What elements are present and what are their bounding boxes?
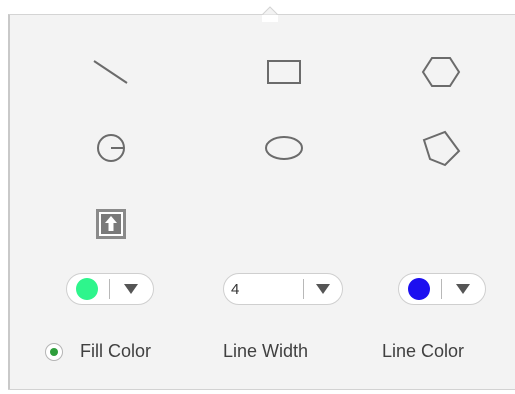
rectangle-tool-button[interactable] <box>259 49 309 95</box>
panel-bottom-border <box>8 389 515 390</box>
image-upload-tool-button[interactable] <box>86 201 136 247</box>
line-color-swatch <box>408 278 430 300</box>
line-width-picker[interactable]: 4 <box>223 273 343 305</box>
radio-selected-dot <box>50 348 58 356</box>
circle-tool-button[interactable] <box>86 125 136 171</box>
line-icon <box>93 60 128 84</box>
line-color-picker[interactable] <box>398 273 486 305</box>
ellipse-icon <box>265 136 303 160</box>
circle-icon <box>97 134 125 162</box>
line-color-label: Line Color <box>382 341 465 361</box>
ellipse-tool-button[interactable] <box>259 125 309 171</box>
hexagon-tool-button[interactable] <box>416 49 466 95</box>
fill-color-radio[interactable] <box>45 343 63 361</box>
polygon-icon <box>422 130 461 167</box>
chevron-down-icon <box>124 284 139 294</box>
fill-color-dropdown-arrow[interactable] <box>110 284 153 294</box>
image-upload-icon <box>96 209 126 239</box>
popover-pointer <box>262 6 278 22</box>
line-width-value[interactable]: 4 <box>231 281 303 298</box>
chevron-down-icon <box>456 284 471 294</box>
hexagon-icon <box>421 57 461 87</box>
fill-color-label[interactable]: Fill Color <box>80 341 151 362</box>
chevron-down-icon <box>316 284 330 294</box>
line-tool-button[interactable] <box>86 49 136 95</box>
line-color-dropdown-arrow[interactable] <box>442 284 485 294</box>
rectangle-icon <box>267 60 301 84</box>
fill-color-swatch <box>76 278 98 300</box>
fill-color-picker[interactable] <box>66 273 154 305</box>
polygon-tool-button[interactable] <box>416 125 466 171</box>
line-width-label: Line Width <box>223 341 309 361</box>
line-width-dropdown-arrow[interactable] <box>304 284 342 294</box>
